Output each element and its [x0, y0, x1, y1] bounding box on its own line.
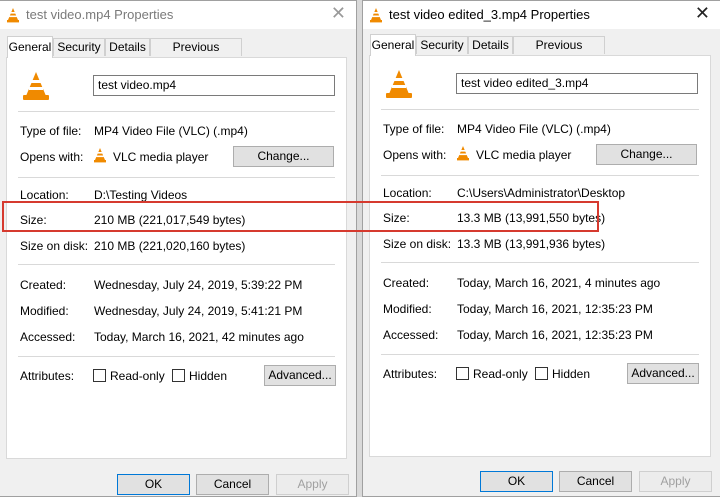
- opens-with-label: Opens with:: [383, 148, 447, 162]
- hidden-label: Hidden: [552, 367, 591, 381]
- tab-general[interactable]: General: [370, 34, 416, 56]
- readonly-label: Read-only: [473, 367, 528, 381]
- vlc-cone-icon: [21, 70, 51, 105]
- separator: [381, 354, 699, 355]
- type-label: Type of file:: [383, 122, 445, 136]
- apply-button[interactable]: Apply: [276, 474, 349, 495]
- type-value: MP4 Video File (VLC) (.mp4): [457, 122, 611, 136]
- separator: [18, 177, 335, 178]
- modified-label: Modified:: [383, 302, 432, 316]
- close-icon[interactable]: ✕: [695, 3, 710, 23]
- separator: [381, 109, 699, 110]
- modified-label: Modified:: [20, 304, 69, 318]
- created-label: Created:: [383, 276, 430, 290]
- type-label: Type of file:: [20, 124, 82, 138]
- size-on-disk-value: 13.3 MB (13,991,936 bytes): [457, 237, 606, 251]
- ok-button[interactable]: OK: [480, 471, 553, 492]
- size-label: Size:: [20, 213, 47, 227]
- hidden-checkbox[interactable]: [172, 369, 185, 382]
- location-label: Location:: [20, 188, 69, 202]
- general-panel: test video.mp4 Type of file: MP4 Video F…: [6, 57, 347, 459]
- tab-details[interactable]: Details: [468, 36, 513, 54]
- separator: [18, 111, 335, 112]
- size-on-disk-label: Size on disk:: [383, 237, 452, 251]
- created-label: Created:: [20, 278, 67, 292]
- accessed-value: Today, March 16, 2021, 42 minutes ago: [94, 330, 304, 344]
- vlc-cone-icon: [456, 145, 470, 164]
- created-value: Wednesday, July 24, 2019, 5:39:22 PM: [94, 278, 303, 292]
- readonly-checkbox[interactable]: [93, 369, 106, 382]
- apply-button[interactable]: Apply: [639, 471, 712, 492]
- separator: [18, 264, 335, 265]
- accessed-label: Accessed:: [383, 328, 439, 342]
- separator: [381, 262, 699, 263]
- modified-value: Today, March 16, 2021, 12:35:23 PM: [457, 302, 653, 316]
- title-bar: test video.mp4 Properties ✕: [0, 1, 356, 29]
- location-value: C:\Users\Administrator\Desktop: [457, 186, 626, 200]
- location-label: Location:: [383, 186, 432, 200]
- change-button[interactable]: Change...: [596, 144, 697, 165]
- advanced-button[interactable]: Advanced...: [264, 365, 336, 386]
- size-on-disk-label: Size on disk:: [20, 239, 89, 253]
- window-title: test video edited_3.mp4 Properties: [389, 7, 590, 22]
- general-panel: test video edited_3.mp4 Type of file: MP…: [369, 55, 711, 457]
- tab-previous-versions[interactable]: Previous Versions: [150, 38, 242, 71]
- readonly-checkbox[interactable]: [456, 367, 469, 380]
- filename-field[interactable]: test video.mp4: [93, 75, 335, 96]
- ok-button[interactable]: OK: [117, 474, 190, 495]
- size-value: 13.3 MB (13,991,550 bytes): [457, 211, 606, 225]
- opens-with-value: VLC media player: [476, 148, 572, 162]
- tab-previous-versions[interactable]: Previous Versions: [513, 36, 605, 69]
- vlc-cone-icon: [93, 147, 107, 166]
- opens-with-value: VLC media player: [113, 150, 209, 164]
- size-on-disk-value: 210 MB (221,020,160 bytes): [94, 239, 246, 253]
- cancel-button[interactable]: Cancel: [196, 474, 269, 495]
- change-button[interactable]: Change...: [233, 146, 334, 167]
- size-value: 210 MB (221,017,549 bytes): [94, 213, 246, 227]
- properties-window-left: test video.mp4 Properties ✕ General Secu…: [0, 0, 357, 497]
- hidden-label: Hidden: [189, 369, 228, 383]
- tab-general[interactable]: General: [7, 36, 53, 58]
- accessed-label: Accessed:: [20, 330, 76, 344]
- size-label: Size:: [383, 211, 410, 225]
- hidden-checkbox[interactable]: [535, 367, 548, 380]
- properties-window-right: test video edited_3.mp4 Properties ✕ Gen…: [362, 0, 720, 497]
- tab-details[interactable]: Details: [105, 38, 150, 56]
- attributes-label: Attributes:: [383, 367, 438, 381]
- tab-security[interactable]: Security: [53, 38, 105, 56]
- window-title: test video.mp4 Properties: [26, 7, 174, 22]
- cancel-button[interactable]: Cancel: [559, 471, 632, 492]
- attributes-label: Attributes:: [20, 369, 75, 383]
- created-value: Today, March 16, 2021, 4 minutes ago: [457, 276, 661, 290]
- close-icon[interactable]: ✕: [331, 3, 346, 23]
- title-bar: test video edited_3.mp4 Properties ✕: [363, 1, 720, 29]
- advanced-button[interactable]: Advanced...: [627, 363, 699, 384]
- type-value: MP4 Video File (VLC) (.mp4): [94, 124, 248, 138]
- accessed-value: Today, March 16, 2021, 12:35:23 PM: [457, 328, 653, 342]
- readonly-label: Read-only: [110, 369, 165, 383]
- opens-with-label: Opens with:: [20, 150, 84, 164]
- modified-value: Wednesday, July 24, 2019, 5:41:21 PM: [94, 304, 303, 318]
- filename-field[interactable]: test video edited_3.mp4: [456, 73, 698, 94]
- vlc-cone-icon: [369, 7, 383, 26]
- tab-security[interactable]: Security: [416, 36, 468, 54]
- separator: [18, 356, 335, 357]
- separator: [381, 175, 699, 176]
- vlc-cone-icon: [384, 68, 414, 103]
- location-value: D:\Testing Videos: [94, 188, 188, 202]
- vlc-cone-icon: [6, 7, 20, 26]
